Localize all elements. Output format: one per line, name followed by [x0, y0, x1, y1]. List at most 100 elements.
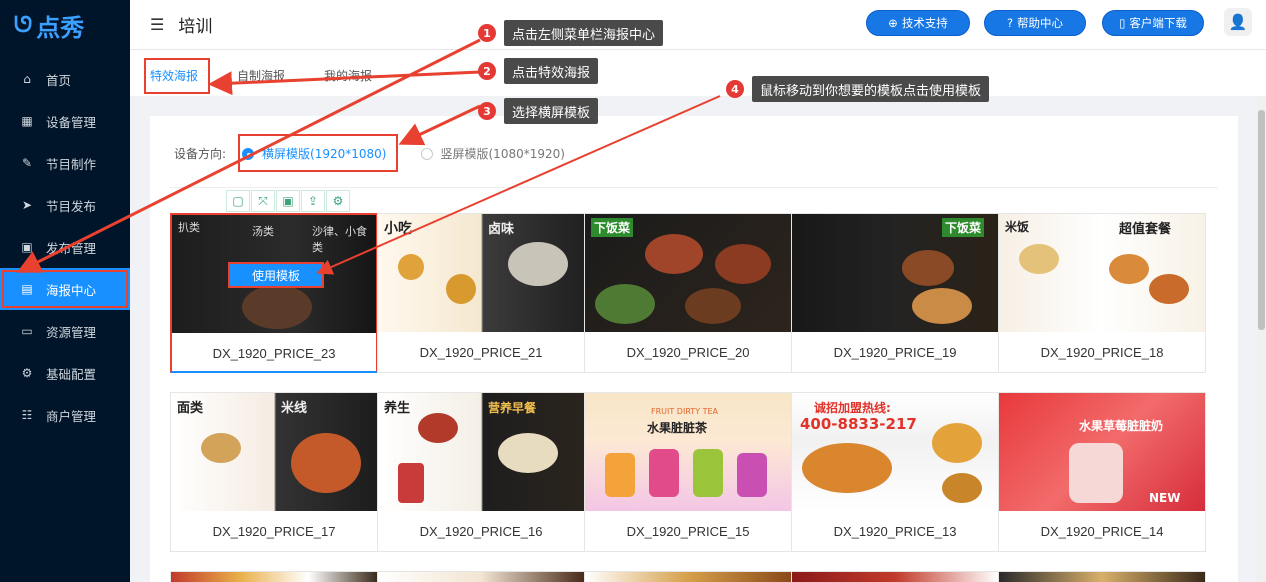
sidebar-item-8[interactable]: ☷ 商户管理	[0, 394, 130, 436]
settings-icon[interactable]: ⚙	[326, 190, 350, 212]
template-card[interactable]	[584, 571, 792, 582]
sidebar-item-3[interactable]: ➤ 节目发布	[0, 184, 130, 226]
portrait-radio[interactable]: 竖屏模版(1080*1920)	[420, 145, 565, 162]
template-card[interactable]	[170, 571, 378, 582]
fullscreen-icon[interactable]: ⤧	[251, 190, 275, 212]
sidebar-item-1[interactable]: ▦ 设备管理	[0, 100, 130, 142]
client-download-button[interactable]: ▯ 客户端下载	[1102, 10, 1204, 36]
sidebar-item-label: 首页	[46, 72, 72, 88]
drink-image	[605, 453, 635, 497]
food-image	[902, 250, 954, 286]
page-title: 培训	[178, 17, 213, 37]
thumb-text: 营养早餐	[488, 401, 537, 415]
sidebar-item-2[interactable]: ✎ 节目制作	[0, 142, 130, 184]
template-thumbnail	[171, 572, 377, 582]
template-thumbnail	[999, 572, 1205, 582]
tech-support-button[interactable]: ⊕ 技术支持	[866, 10, 970, 36]
template-card[interactable]: 扒类 汤类 沙律、小食类 使用模板 DX_1920_PRICE_23	[170, 213, 378, 373]
step-callout: 选择横屏模板	[504, 98, 599, 124]
template-thumbnail: 水果脏脏茶 FRUIT DIRTY TEA	[585, 393, 791, 511]
thumb-text: 养生	[384, 401, 411, 416]
template-card[interactable]: 水果草莓脏脏奶 NEW DX_1920_PRICE_14	[998, 392, 1206, 552]
food-image	[291, 433, 361, 493]
menu-toggle-icon[interactable]: ☰	[150, 15, 164, 34]
thumb-text: 小吃	[384, 221, 412, 237]
thumb-text: 下饭菜	[942, 218, 985, 237]
home-icon: ⌂	[23, 72, 31, 86]
sidebar-item-0[interactable]: ⌂ 首页	[0, 58, 130, 100]
scrollbar-thumb[interactable]	[1258, 110, 1265, 330]
step-callout: 点击特效海报	[504, 58, 599, 84]
device-icon: ▦	[21, 114, 33, 128]
template-thumbnail: 下饭菜	[585, 214, 791, 332]
template-panel: 设备方向: 横屏模版(1920*1080) 竖屏模版(1080*1920) ▢ …	[150, 116, 1238, 582]
edit-icon: ✎	[21, 156, 33, 170]
sidebar-item-4[interactable]: ▣ 发布管理	[0, 226, 130, 268]
use-template-button[interactable]: 使用模板	[228, 262, 324, 288]
food-image	[645, 234, 703, 274]
sidebar-item-label: 资源管理	[46, 324, 97, 340]
radio-unchecked-icon	[420, 147, 433, 160]
thumb-text: FRUIT DIRTY TEA	[651, 407, 719, 416]
page-scrollbar[interactable]	[1257, 96, 1266, 582]
thumb-text: 400-8833-217	[800, 415, 917, 433]
template-name: DX_1920_PRICE_18	[1040, 344, 1164, 360]
thumb-text: 面类	[177, 401, 204, 416]
template-thumbnail: 诚招加盟热线: 400-8833-217	[792, 393, 998, 511]
template-card[interactable]: 面类 米线 DX_1920_PRICE_17	[170, 392, 378, 552]
template-thumbnail: 米饭 超值套餐	[999, 214, 1205, 332]
save-icon[interactable]: ▣	[276, 190, 300, 212]
user-avatar-icon[interactable]: 👤	[1224, 8, 1252, 36]
food-image	[912, 288, 972, 324]
template-card[interactable]	[998, 571, 1206, 582]
food-image	[685, 288, 741, 324]
thumb-text: 扒类	[178, 221, 200, 234]
sidebar-item-5[interactable]: ▤ 海报中心	[0, 268, 130, 310]
orientation-label: 设备方向:	[174, 147, 227, 161]
gear-icon: ⚙	[21, 366, 33, 380]
help-center-button[interactable]: ? 帮助中心	[984, 10, 1086, 36]
thumb-text: 水果草莓脏脏奶	[1079, 419, 1164, 433]
thumb-text: 下饭菜	[591, 218, 634, 237]
app-logo[interactable]: ᘎ 点秀	[0, 0, 130, 50]
template-thumbnail	[792, 572, 998, 582]
thumb-text: 沙律、小食类	[312, 225, 367, 254]
template-card[interactable]: 下饭菜 DX_1920_PRICE_20	[584, 213, 792, 373]
template-card[interactable]	[377, 571, 585, 582]
folder-icon: ▭	[21, 324, 33, 338]
preview-icon[interactable]: ▢	[226, 190, 250, 212]
template-card[interactable]: 水果脏脏茶 FRUIT DIRTY TEA DX_1920_PRICE_15	[584, 392, 792, 552]
divider	[170, 187, 1218, 188]
template-thumbnail: 下饭菜	[792, 214, 998, 332]
support-icon: ⊕	[888, 16, 898, 30]
sidebar-item-label: 设备管理	[46, 114, 97, 130]
logo-icon: ᘎ	[14, 12, 33, 38]
portrait-label: 竖屏模版(1080*1920)	[440, 147, 565, 161]
share-icon[interactable]: ⇪	[301, 190, 325, 212]
merchant-icon: ☷	[21, 408, 33, 422]
sidebar-item-7[interactable]: ⚙ 基础配置	[0, 352, 130, 394]
template-card[interactable]: 米饭 超值套餐 DX_1920_PRICE_18	[998, 213, 1206, 373]
template-name: DX_1920_PRICE_21	[419, 344, 543, 360]
tab-custom-poster[interactable]: 自制海报	[237, 67, 285, 84]
template-thumbnail	[585, 572, 791, 582]
sidebar-item-6[interactable]: ▭ 资源管理	[0, 310, 130, 352]
sidebar: ᘎ 点秀 ⌂ 首页 ▦ 设备管理 ✎ 节目制作 ➤ 节目发布 ▣ 发布管理 ▤ 海报中心 ▭ 资源管理 ⚙ 基…	[0, 0, 130, 582]
template-thumbnail: 面类 米线	[171, 393, 377, 511]
poster-tabs: 特效海报 自制海报 我的海报	[130, 50, 1266, 96]
template-name: DX_1920_PRICE_14	[1040, 523, 1164, 539]
template-name: DX_1920_PRICE_13	[833, 523, 957, 539]
template-card[interactable]: 养生 营养早餐 DX_1920_PRICE_16	[377, 392, 585, 552]
template-card[interactable]	[791, 571, 999, 582]
food-image	[715, 244, 771, 284]
thumb-text: NEW	[1149, 491, 1181, 505]
template-thumbnail: 水果草莓脏脏奶 NEW	[999, 393, 1205, 511]
tab-my-poster[interactable]: 我的海报	[324, 67, 372, 84]
template-card[interactable]: 诚招加盟热线: 400-8833-217 DX_1920_PRICE_13	[791, 392, 999, 552]
phone-icon: ▯	[1119, 16, 1126, 30]
food-image	[932, 423, 982, 463]
food-image	[802, 443, 892, 493]
drink-image	[649, 449, 679, 497]
template-card[interactable]: 小吃 卤味 DX_1920_PRICE_21	[377, 213, 585, 373]
template-card[interactable]: 下饭菜 DX_1920_PRICE_19	[791, 213, 999, 373]
